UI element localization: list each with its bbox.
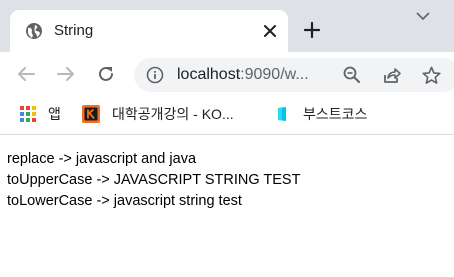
address-bar[interactable]: localhost:9090/w... [134, 58, 454, 92]
output-line-touppercase: toUpperCase -> JAVASCRIPT STRING TEST [7, 172, 301, 188]
output-line-replace: replace -> javascript and java [7, 151, 197, 167]
info-icon[interactable] [146, 66, 164, 84]
share-icon[interactable] [382, 65, 402, 85]
globe-icon [25, 22, 43, 40]
tab-search-chevron-down-icon[interactable] [410, 6, 436, 26]
bookmark-kocw[interactable]: 대학공개강의 - KO... [82, 104, 234, 124]
bookmark-apps[interactable]: 앱 [20, 104, 61, 124]
page-content: replace -> javascript and java toUpperCa… [7, 149, 300, 212]
new-tab-plus-icon[interactable] [300, 18, 324, 42]
boostcourse-icon [274, 106, 290, 122]
reload-icon[interactable] [94, 62, 118, 86]
close-tab-icon[interactable] [260, 21, 280, 41]
output-line-tolowercase: toLowerCase -> javascript string test [7, 193, 242, 209]
bookmark-star-icon[interactable] [421, 65, 441, 85]
browser-toolbar: localhost:9090/w... [0, 52, 454, 96]
url-host: localhost [177, 66, 241, 83]
bookmarks-bar: 앱 대학공개강의 - KO... 부스트코스 [0, 96, 454, 135]
tab-title: String [54, 22, 94, 39]
tab-string[interactable]: String [10, 10, 288, 52]
bookmark-label: 대학공개강의 - KO... [112, 106, 234, 122]
url-text[interactable]: localhost:9090/w... [177, 66, 327, 84]
tab-strip: String [0, 0, 454, 52]
bookmark-label: 앱 [48, 106, 61, 122]
back-arrow-icon[interactable] [14, 62, 38, 86]
apps-grid-icon [20, 106, 36, 122]
url-path: :9090/w... [240, 66, 309, 83]
bookmark-boostcourse[interactable]: 부스트코스 [274, 104, 367, 124]
bookmark-label: 부스트코스 [303, 106, 368, 122]
kocw-icon [82, 105, 100, 123]
forward-arrow-icon[interactable] [54, 62, 78, 86]
zoom-icon[interactable] [342, 65, 362, 85]
